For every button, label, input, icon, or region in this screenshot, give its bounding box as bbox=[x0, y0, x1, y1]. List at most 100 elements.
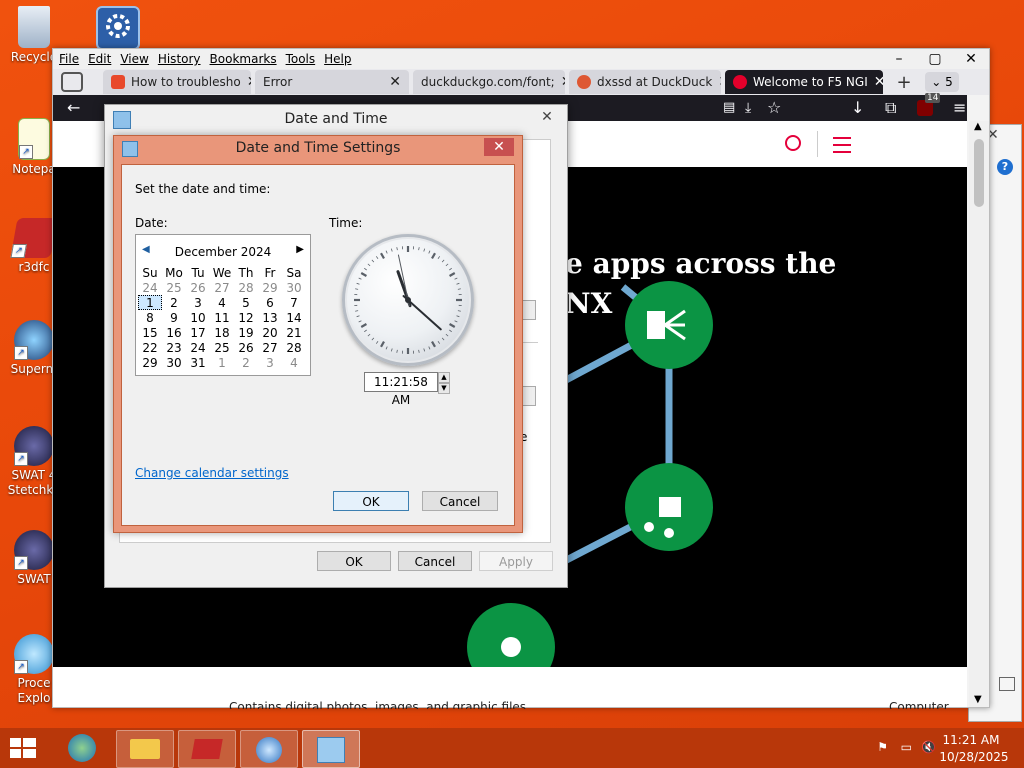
close-icon[interactable]: ✕ bbox=[533, 109, 561, 127]
calendar-day[interactable]: 11 bbox=[210, 310, 234, 325]
taskbar-ie-button[interactable] bbox=[54, 730, 110, 766]
close-icon[interactable]: ✕ bbox=[953, 49, 989, 69]
start-button[interactable] bbox=[8, 736, 38, 760]
calendar-day[interactable]: 12 bbox=[234, 310, 258, 325]
tab-duckduckgo-search[interactable]: dxssd at DuckDuck ✕ bbox=[569, 70, 721, 94]
cancel-button[interactable]: Cancel bbox=[398, 551, 472, 571]
next-month-icon[interactable]: ▶ bbox=[296, 244, 304, 255]
calendar-day[interactable]: 3 bbox=[258, 355, 282, 370]
menu-view[interactable]: View bbox=[120, 52, 148, 66]
calendar-day[interactable]: 30 bbox=[162, 355, 186, 370]
spin-up-icon[interactable]: ▲ bbox=[438, 372, 450, 383]
view-icon[interactable] bbox=[999, 677, 1015, 691]
calendar-day[interactable]: 4 bbox=[210, 295, 234, 310]
search-icon[interactable] bbox=[785, 135, 801, 151]
taskbar-file-explorer-button[interactable] bbox=[116, 730, 174, 768]
new-tab-button[interactable]: + bbox=[893, 72, 915, 93]
calendar-day[interactable]: 24 bbox=[186, 340, 210, 355]
clock-time[interactable]: 11:21 AM bbox=[938, 733, 1004, 747]
maximize-icon[interactable]: ▢ bbox=[917, 49, 953, 69]
tab-how-to-troubleshoot[interactable]: How to troublesho ✕ bbox=[103, 70, 251, 94]
taskbar-settings-button[interactable] bbox=[240, 730, 298, 768]
calendar-day[interactable]: 24 bbox=[138, 280, 162, 295]
list-all-tabs-button[interactable]: ⌄ 5 bbox=[925, 72, 959, 92]
network-icon[interactable]: ▭ bbox=[901, 740, 912, 754]
calendar-day[interactable]: 6 bbox=[258, 295, 282, 310]
calendar-day[interactable]: 15 bbox=[138, 325, 162, 340]
calendar-day[interactable]: 7 bbox=[282, 295, 306, 310]
calendar-day[interactable]: 20 bbox=[258, 325, 282, 340]
menu-file[interactable]: File bbox=[59, 52, 79, 66]
calendar-day[interactable]: 25 bbox=[162, 280, 186, 295]
close-icon[interactable]: ✕ bbox=[555, 74, 565, 90]
clock-date[interactable]: 10/28/2025 bbox=[938, 750, 1010, 764]
calendar-day[interactable]: 26 bbox=[186, 280, 210, 295]
calendar-month-title[interactable]: December 2024 bbox=[136, 245, 310, 259]
hamburger-menu-icon[interactable] bbox=[833, 137, 851, 153]
cancel-button[interactable]: Cancel bbox=[422, 491, 498, 511]
close-icon[interactable]: ✕ bbox=[383, 74, 401, 90]
apply-button[interactable]: Apply bbox=[479, 551, 553, 571]
time-spinner[interactable]: ▲ ▼ bbox=[438, 372, 450, 394]
reader-view-icon[interactable]: ▤ bbox=[723, 98, 735, 118]
ok-button[interactable]: OK bbox=[333, 491, 409, 511]
close-icon[interactable]: ✕ bbox=[868, 74, 883, 90]
calendar-day[interactable]: 19 bbox=[234, 325, 258, 340]
close-icon[interactable]: ✕ bbox=[241, 74, 251, 90]
close-icon[interactable]: ✕ bbox=[712, 74, 721, 90]
scroll-down-icon[interactable]: ▼ bbox=[974, 694, 982, 705]
calendar-day[interactable]: 30 bbox=[282, 280, 306, 295]
calendar-day[interactable]: 2 bbox=[234, 355, 258, 370]
calendar-day[interactable]: 3 bbox=[186, 295, 210, 310]
minimize-icon[interactable]: – bbox=[881, 49, 917, 69]
tab-error[interactable]: Error ✕ bbox=[255, 70, 409, 94]
menu-help[interactable]: Help bbox=[324, 52, 351, 66]
calendar-day[interactable]: 10 bbox=[186, 310, 210, 325]
calendar-day[interactable]: 9 bbox=[162, 310, 186, 325]
calendar-day[interactable]: 14 bbox=[282, 310, 306, 325]
calendar-day[interactable]: 17 bbox=[186, 325, 210, 340]
calendar[interactable]: ◀ December 2024 ▶ Su Mo Tu We Th Fr Sa 24 25 26 2… bbox=[135, 234, 311, 376]
scrollbar-thumb[interactable] bbox=[974, 139, 984, 207]
help-icon[interactable]: ? bbox=[997, 159, 1013, 175]
calendar-day[interactable]: 1 bbox=[210, 355, 234, 370]
bookmark-star-icon[interactable]: ☆ bbox=[767, 98, 781, 118]
ok-button[interactable]: OK bbox=[317, 551, 391, 571]
calendar-day-selected[interactable]: 1 bbox=[138, 295, 162, 310]
close-button[interactable]: ✕ bbox=[484, 138, 514, 156]
calendar-day[interactable]: 2 bbox=[162, 295, 186, 310]
scroll-up-icon[interactable]: ▲ bbox=[974, 121, 982, 132]
hamburger-menu-icon[interactable]: ≡ bbox=[953, 98, 966, 118]
time-input[interactable]: 11:21:58 AM bbox=[364, 372, 438, 407]
extensions-icon[interactable]: ⧉ bbox=[885, 98, 896, 118]
calendar-day[interactable]: 8 bbox=[138, 310, 162, 325]
calendar-day[interactable]: 4 bbox=[282, 355, 306, 370]
calendar-day[interactable]: 27 bbox=[258, 340, 282, 355]
calendar-day[interactable]: 16 bbox=[162, 325, 186, 340]
calendar-day[interactable]: 18 bbox=[210, 325, 234, 340]
menu-history[interactable]: History bbox=[158, 52, 201, 66]
back-arrow-icon[interactable]: ← bbox=[67, 98, 80, 118]
menu-bookmarks[interactable]: Bookmarks bbox=[210, 52, 277, 66]
volume-muted-icon[interactable]: 🔇 bbox=[921, 740, 936, 754]
firefox-view-icon[interactable] bbox=[61, 72, 83, 92]
taskbar-r3dfc-button[interactable] bbox=[178, 730, 236, 768]
desktop-icon-control-panel[interactable] bbox=[86, 6, 150, 52]
calendar-day[interactable]: 28 bbox=[234, 280, 258, 295]
action-center-icon[interactable]: ⚑ bbox=[877, 740, 888, 754]
change-calendar-settings-link[interactable]: Change calendar settings bbox=[135, 466, 289, 480]
tab-f5-nginx[interactable]: Welcome to F5 NGI ✕ bbox=[725, 70, 883, 94]
calendar-day[interactable]: 13 bbox=[258, 310, 282, 325]
menu-tools[interactable]: Tools bbox=[286, 52, 316, 66]
calendar-day[interactable]: 26 bbox=[234, 340, 258, 355]
spin-down-icon[interactable]: ▼ bbox=[438, 383, 450, 394]
calendar-day[interactable]: 29 bbox=[258, 280, 282, 295]
calendar-day[interactable]: 29 bbox=[138, 355, 162, 370]
calendar-day[interactable]: 31 bbox=[186, 355, 210, 370]
calendar-day[interactable]: 25 bbox=[210, 340, 234, 355]
downloads-icon[interactable]: ↓ bbox=[851, 98, 864, 118]
calendar-day[interactable]: 23 bbox=[162, 340, 186, 355]
menu-edit[interactable]: Edit bbox=[88, 52, 111, 66]
taskbar-date-time-button[interactable] bbox=[302, 730, 360, 768]
page-scrollbar[interactable]: ▲ ▼ bbox=[969, 121, 989, 707]
